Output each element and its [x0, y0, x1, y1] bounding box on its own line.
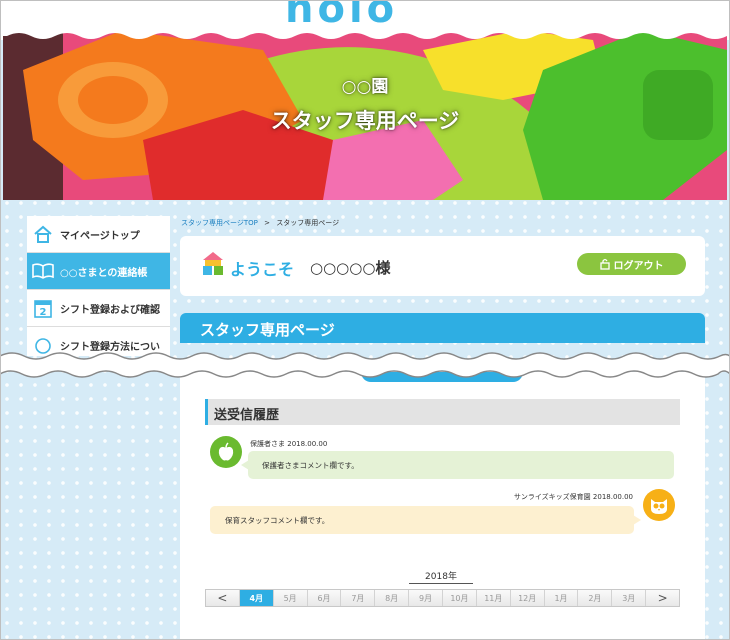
staff-message-meta: サンライズキッズ保育園 2018.00.00	[514, 492, 633, 502]
page-break-divider	[0, 352, 730, 378]
content-panel: 送受信履歴 保護者さま 2018.00.00 保護者さまコメント欄です。 サンラ…	[180, 372, 705, 640]
sidebar-item-mypage-top[interactable]: マイページトップ	[27, 216, 170, 253]
parent-date: 2018.00.00	[287, 440, 328, 448]
parent-message-bubble: 保護者さまコメント欄です。	[241, 451, 674, 479]
breadcrumb-current: スタッフ専用ページ	[276, 219, 340, 227]
sidebar-item-label: シフト登録および確認	[60, 304, 160, 316]
month-tab[interactable]: 3月	[612, 590, 647, 606]
staff-sender: サンライズキッズ保育園	[513, 493, 591, 501]
house-icon	[32, 224, 54, 244]
owl-icon	[651, 499, 667, 514]
breadcrumb-home-link[interactable]: スタッフ専用ページTOP	[181, 219, 258, 227]
sidebar-item-contact-book[interactable]: ○○さまとの連絡帳	[27, 253, 170, 290]
lock-icon	[599, 258, 610, 270]
parent-sender: 保護者さま	[250, 440, 285, 448]
month-tab[interactable]: 8月	[375, 590, 410, 606]
staff-message-bubble: 保育スタッフコメント欄です。	[210, 506, 641, 534]
year-label: 2018年	[409, 569, 473, 584]
hero-banner: ○○園 スタッフ専用ページ	[3, 30, 727, 200]
welcome-box: ようこそ ○○○○○様 ログアウト	[180, 236, 705, 296]
month-tab[interactable]: 6月	[307, 590, 342, 606]
breadcrumb-separator: >	[264, 219, 270, 227]
history-title: 送受信履歴	[205, 399, 680, 425]
sidebar-item-label: マイページトップ	[60, 230, 140, 242]
site-logo[interactable]: nolo	[285, 0, 398, 32]
logout-label: ログアウト	[613, 260, 664, 272]
parent-avatar	[210, 436, 242, 468]
staff-date: 2018.00.00	[592, 493, 633, 501]
sidebar-item-shift-register[interactable]: 2 シフト登録および確認	[27, 290, 170, 327]
logout-button[interactable]: ログアウト	[577, 253, 686, 275]
month-tab[interactable]: 12月	[510, 590, 545, 606]
month-tab[interactable]: 11月	[476, 590, 511, 606]
month-tab[interactable]: 9月	[409, 590, 444, 606]
building-blocks-icon	[201, 251, 225, 281]
sidebar-item-label: ○○さまとの連絡帳	[60, 267, 148, 279]
month-pager: < 4月 5月 6月 7月 8月 9月 10月 11月 12月 1月 2月 3月…	[205, 589, 680, 607]
month-tab[interactable]: 4月	[239, 590, 274, 606]
month-tab[interactable]: 2月	[578, 590, 613, 606]
staff-avatar	[643, 489, 675, 521]
calendar-icon: 2	[32, 298, 54, 318]
breadcrumb: スタッフ専用ページTOP > スタッフ専用ページ	[181, 218, 339, 228]
prev-year-button[interactable]: <	[206, 590, 240, 606]
next-year-button[interactable]: >	[646, 590, 680, 606]
hero-title: スタッフ専用ページ	[270, 109, 460, 133]
month-tab[interactable]: 1月	[544, 590, 579, 606]
page-header: スタッフ専用ページ	[180, 313, 705, 343]
hero-subtitle: ○○園	[341, 77, 389, 97]
apple-icon	[218, 442, 234, 461]
svg-text:2: 2	[40, 307, 47, 318]
month-tab[interactable]: 5月	[273, 590, 308, 606]
sidebar: マイページトップ ○○さまとの連絡帳 2 シフト登録および確認 シフト登録方法に…	[27, 216, 170, 356]
month-tab[interactable]: 7月	[341, 590, 376, 606]
parent-message-meta: 保護者さま 2018.00.00	[250, 439, 327, 449]
user-name: ○○○○○様	[310, 259, 391, 277]
open-book-icon	[32, 261, 54, 281]
welcome-greeting: ようこそ	[230, 260, 295, 279]
month-tab[interactable]: 10月	[443, 590, 477, 606]
